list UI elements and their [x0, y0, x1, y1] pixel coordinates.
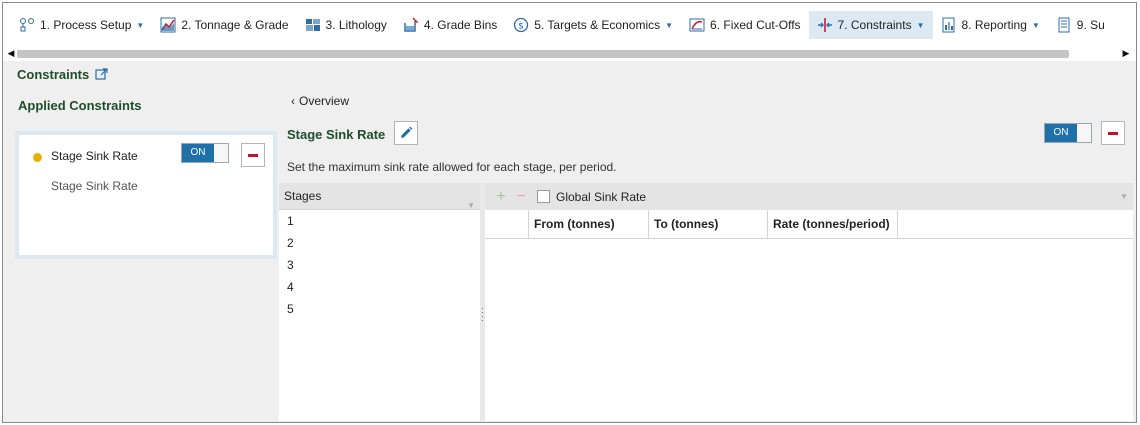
constraint-description: Set the maximum sink rate allowed for ea…	[287, 160, 617, 174]
tab-5[interactable]: $5. Targets & Economics ▼	[505, 11, 681, 39]
stage-row[interactable]: 2	[279, 232, 480, 254]
tab-label: 6. Fixed Cut-Offs	[710, 18, 801, 32]
tab-label: 7. Constraints	[837, 18, 912, 32]
stage-row[interactable]: 1	[279, 210, 480, 232]
tab-label: 4. Grade Bins	[423, 18, 498, 32]
reporting-icon	[941, 17, 957, 33]
tab-3[interactable]: 3. Lithology	[297, 11, 395, 39]
toggle-knob	[214, 144, 228, 162]
summary-icon	[1056, 17, 1072, 33]
constraint-enabled-toggle[interactable]: ON	[1044, 123, 1092, 143]
grade-bins-icon	[403, 17, 419, 33]
caret-down-icon[interactable]: ▼	[136, 21, 144, 30]
column-header-to[interactable]: To (tonnes)	[649, 210, 768, 238]
sink-rate-table: + − Global Sink Rate ▼ From (tonnes) To …	[485, 183, 1133, 421]
constraints-icon	[817, 17, 833, 33]
tab-label: 3. Lithology	[325, 18, 387, 32]
lithology-icon	[305, 17, 321, 33]
cutoffs-icon	[689, 17, 705, 33]
dollar-icon: $	[513, 17, 529, 33]
constraint-card-wrapper: Stage Sink Rate Stage Sink Rate ON	[15, 131, 277, 259]
table-header-row: From (tonnes) To (tonnes) Rate (tonnes/p…	[485, 210, 1133, 239]
global-sink-rate-label: Global Sink Rate	[556, 189, 647, 204]
toggle-on-label: ON	[1045, 124, 1077, 142]
constraint-card[interactable]: Stage Sink Rate Stage Sink Rate ON	[19, 135, 273, 255]
column-header-select[interactable]	[485, 210, 529, 238]
tab-label: 2. Tonnage & Grade	[181, 18, 289, 32]
back-to-overview-link[interactable]: ‹ Overview	[291, 94, 349, 108]
tab-label: 9. Su	[1076, 18, 1105, 32]
tab-9[interactable]: 9. Su	[1048, 11, 1113, 39]
stage-row[interactable]: 3	[279, 254, 480, 276]
process-setup-icon	[19, 17, 35, 33]
tab-2[interactable]: 2. Tonnage & Grade	[152, 11, 296, 39]
page-title-text: Constraints	[17, 67, 90, 82]
chart-icon	[160, 17, 176, 33]
global-sink-rate-checkbox[interactable]	[537, 190, 550, 203]
page-title: Constraints	[17, 67, 108, 82]
grip-icon: · · · ·	[481, 304, 484, 325]
tab-list: 1. Process Setup ▼ 2. Tonnage & Grade 3. Li…	[11, 11, 1113, 39]
tab-6[interactable]: 6. Fixed Cut-Offs	[681, 11, 808, 39]
minus-icon	[248, 154, 258, 157]
constraint-name: Stage Sink Rate	[51, 149, 138, 163]
tab-7[interactable]: 7. Constraints ▼	[808, 11, 933, 39]
constraint-title: Stage Sink Rate	[287, 127, 386, 142]
status-dot-icon	[33, 153, 42, 162]
caret-down-icon[interactable]: ▼	[917, 21, 925, 30]
caret-down-icon[interactable]: ▼	[665, 21, 673, 30]
stages-list: 12345	[279, 210, 480, 320]
stages-panel: Stages ▼ 12345	[279, 183, 480, 421]
remove-constraint-button[interactable]	[241, 143, 265, 167]
pencil-icon	[401, 126, 413, 138]
toggle-knob	[1077, 124, 1091, 142]
constraint-toggle[interactable]: ON	[181, 143, 229, 163]
applied-constraints-title: Applied Constraints	[18, 98, 142, 113]
tab-1[interactable]: 1. Process Setup ▼	[11, 11, 152, 39]
filter-icon[interactable]: ▼	[1120, 192, 1128, 201]
scroll-thumb[interactable]	[17, 50, 1069, 58]
chevron-left-icon: ‹	[291, 94, 295, 108]
tab-scrollbar[interactable]: ◀ ▶	[3, 47, 1136, 61]
app-frame: 1. Process Setup ▼ 2. Tonnage & Grade 3. Li…	[2, 2, 1137, 423]
toggle-on-label: ON	[182, 144, 214, 162]
overview-label: Overview	[299, 94, 350, 108]
stage-row[interactable]: 4	[279, 276, 480, 298]
tab-label: 5. Targets & Economics	[534, 18, 661, 32]
table-toolbar: + − Global Sink Rate ▼	[485, 183, 1133, 210]
caret-down-icon[interactable]: ▼	[1032, 21, 1040, 30]
remove-row-icon[interactable]: −	[511, 188, 531, 206]
delete-constraint-button[interactable]	[1101, 121, 1125, 145]
scroll-left-icon[interactable]: ◀	[5, 48, 17, 59]
column-header-from[interactable]: From (tonnes)	[529, 210, 649, 238]
stages-header[interactable]: Stages ▼	[279, 183, 480, 210]
external-link-icon[interactable]	[95, 68, 108, 81]
tab-4[interactable]: 4. Grade Bins	[395, 11, 505, 39]
tab-bar: 1. Process Setup ▼ 2. Tonnage & Grade 3. Li…	[3, 3, 1136, 47]
svg-text:$: $	[518, 22, 524, 32]
stages-header-label: Stages	[284, 189, 322, 203]
scroll-right-icon[interactable]: ▶	[1120, 48, 1132, 59]
column-header-rate[interactable]: Rate (tonnes/period)	[768, 210, 898, 238]
tab-8[interactable]: 8. Reporting ▼	[933, 11, 1048, 39]
minus-icon	[1108, 132, 1118, 135]
edit-title-button[interactable]	[394, 121, 418, 145]
stage-row[interactable]: 5	[279, 298, 480, 320]
constraint-subtitle: Stage Sink Rate	[51, 179, 138, 193]
filter-icon[interactable]: ▼	[467, 192, 475, 219]
add-row-icon[interactable]: +	[491, 188, 511, 206]
tab-label: 1. Process Setup	[40, 18, 132, 32]
tab-label: 8. Reporting	[961, 18, 1027, 32]
